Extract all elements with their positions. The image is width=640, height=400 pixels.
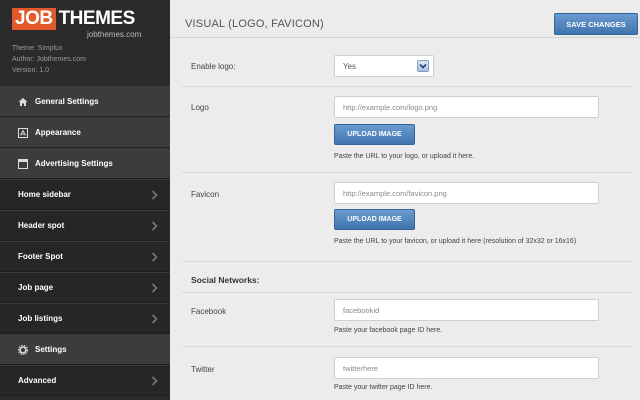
sidebar-item-label: Job listings xyxy=(18,314,63,323)
home-icon xyxy=(18,97,28,107)
page-title: VISUAL (LOGO, FAVICON) xyxy=(185,18,324,30)
chevron-right-icon xyxy=(151,221,158,231)
save-changes-button[interactable]: SAVE CHANGES xyxy=(554,13,638,35)
sidebar-item-settings[interactable]: Settings xyxy=(0,334,170,365)
divider xyxy=(182,172,632,173)
sidebar-item-label: Advanced xyxy=(18,376,57,385)
divider xyxy=(182,346,632,347)
favicon-hint: Paste the URL to your favicon, or upload… xyxy=(334,238,577,245)
sidebar-item-label: Footer Spot xyxy=(18,252,63,261)
sidebar-item-label: Home sidebar xyxy=(18,190,71,199)
sidebar-item-job-listings[interactable]: Job listings xyxy=(0,303,170,334)
logo-themes-text: THEMES xyxy=(58,8,136,29)
chevron-down-icon[interactable] xyxy=(417,60,429,72)
logo-label: Logo xyxy=(191,103,209,112)
brand-url: jobthemes.com xyxy=(87,30,142,39)
twitter-label: Twitter xyxy=(191,365,215,374)
sidebar-item-label: Header spot xyxy=(18,221,65,230)
theme-name: Theme: Simplux xyxy=(12,45,63,52)
twitter-hint: Paste your twitter page ID here. xyxy=(334,384,433,391)
main-panel: VISUAL (LOGO, FAVICON) SAVE CHANGES Enab… xyxy=(170,0,640,400)
divider xyxy=(182,261,632,262)
sidebar-item-advertising-settings[interactable]: Advertising Settings xyxy=(0,148,170,179)
chevron-right-icon xyxy=(151,376,158,386)
sidebar-item-label: General Settings xyxy=(35,97,99,106)
sidebar-item-home-sidebar[interactable]: Home sidebar xyxy=(0,179,170,210)
divider xyxy=(182,292,632,293)
page-header: VISUAL (LOGO, FAVICON) SAVE CHANGES xyxy=(170,0,640,38)
sidebar-item-footer-spot[interactable]: Footer Spot xyxy=(0,241,170,272)
twitter-id-value: twitterhere xyxy=(343,363,379,373)
upload-logo-button[interactable]: UPLOAD IMAGE xyxy=(334,124,415,145)
chevron-right-icon xyxy=(151,314,158,324)
enable-logo-select[interactable]: Yes xyxy=(334,55,434,77)
sidebar-item-job-page[interactable]: Job page xyxy=(0,272,170,303)
facebook-hint: Paste your facebook page ID here. xyxy=(334,327,443,334)
logo-job-text: JOB xyxy=(12,8,56,30)
gear-icon xyxy=(18,344,28,355)
social-networks-heading: Social Networks: xyxy=(191,275,260,285)
sidebar-item-general-settings[interactable]: General Settings xyxy=(0,86,170,117)
facebook-id-value: facebookid xyxy=(343,305,380,315)
chevron-right-icon xyxy=(151,283,158,293)
appearance-icon xyxy=(18,127,28,138)
brand-block: JOB THEMES jobthemes.com Theme: Simplux … xyxy=(0,0,170,86)
twitter-id-input[interactable]: twitterhere xyxy=(334,357,599,379)
jobthemes-logo[interactable]: JOB THEMES xyxy=(12,8,160,32)
favicon-url-input[interactable]: http://example.com/favicon.png xyxy=(334,182,599,204)
sidebar-item-label: Settings xyxy=(35,345,67,354)
sidebar-item-label: Job page xyxy=(18,283,54,292)
upload-favicon-button[interactable]: UPLOAD IMAGE xyxy=(334,209,415,230)
chevron-right-icon xyxy=(151,252,158,262)
sidebar: JOB THEMES jobthemes.com Theme: Simplux … xyxy=(0,0,170,400)
sidebar-item-appearance[interactable]: Appearance xyxy=(0,117,170,148)
logo-hint: Paste the URL to your logo, or upload it… xyxy=(334,153,475,160)
sidebar-item-label: Appearance xyxy=(35,128,81,137)
facebook-id-input[interactable]: facebookid xyxy=(334,299,599,321)
enable-logo-label: Enable logo: xyxy=(191,62,236,71)
facebook-label: Facebook xyxy=(191,307,227,316)
favicon-label: Favicon xyxy=(191,190,220,199)
window-icon xyxy=(18,158,28,169)
chevron-right-icon xyxy=(151,190,158,200)
enable-logo-value: Yes xyxy=(343,61,357,71)
sidebar-item-advanced[interactable]: Advanced xyxy=(0,365,170,396)
sidebar-item-label: Advertising Settings xyxy=(35,159,113,168)
theme-version: Version: 1.0 xyxy=(12,67,49,74)
theme-author: Author: Jobthemes.com xyxy=(12,56,86,63)
sidebar-item-header-spot[interactable]: Header spot xyxy=(0,210,170,241)
logo-url-placeholder: http://example.com/logo.png xyxy=(343,102,438,112)
favicon-url-placeholder: http://example.com/favicon.png xyxy=(343,188,447,198)
logo-url-input[interactable]: http://example.com/logo.png xyxy=(334,96,599,118)
theme-meta: Theme: Simplux Author: Jobthemes.com Ver… xyxy=(12,43,160,76)
divider xyxy=(182,86,632,87)
